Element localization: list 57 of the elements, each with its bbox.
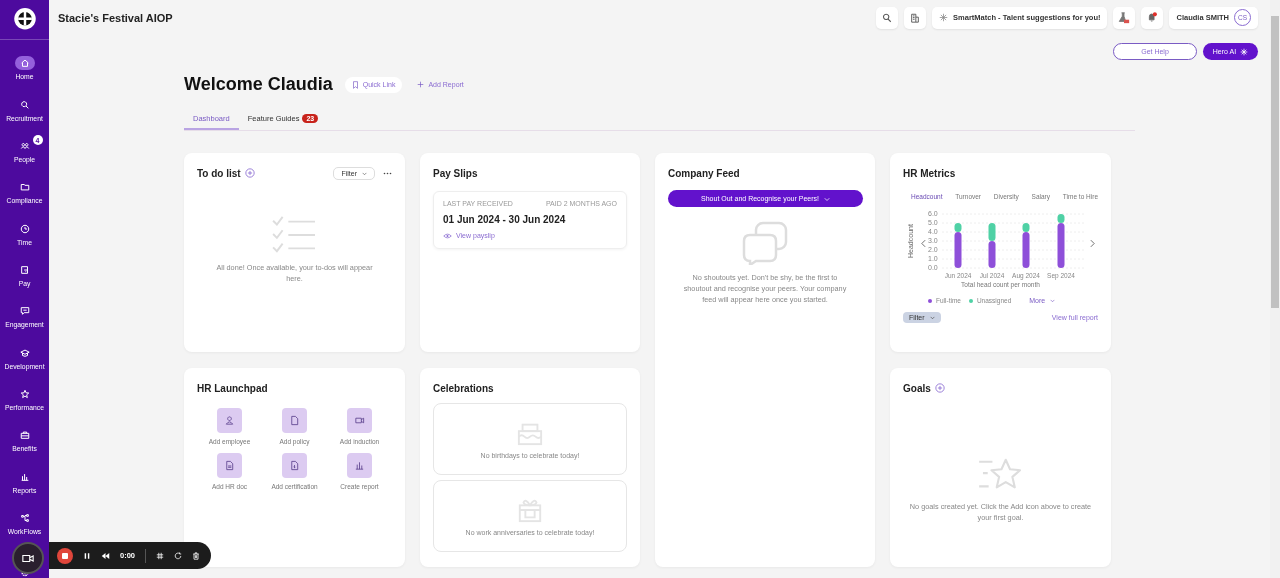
app-title: Stacie's Festival AIOP (58, 11, 173, 24)
building-icon (910, 12, 921, 23)
people-icon (19, 141, 30, 152)
lab-button[interactable] (1113, 6, 1136, 29)
document-icon (289, 415, 300, 426)
magnifier-icon (19, 99, 30, 110)
flask-icon (1118, 11, 1131, 24)
document-icon (289, 460, 300, 471)
caret-icon (362, 170, 367, 176)
caret-icon (929, 315, 935, 320)
video-camera-icon (22, 553, 34, 563)
chat-bubbles-icon (742, 221, 788, 265)
card-title: HR Metrics (903, 167, 956, 179)
chevron-left-icon[interactable] (921, 239, 926, 248)
card-title: HR Launchpad (197, 382, 268, 394)
bell-icon (1147, 12, 1158, 23)
rewind-icon[interactable] (101, 551, 110, 560)
wallet-icon (19, 265, 30, 275)
search-button[interactable] (876, 6, 899, 29)
logo-icon (12, 7, 37, 31)
more-icon[interactable] (383, 171, 392, 175)
caret-icon (1050, 298, 1056, 303)
card-title: Celebrations (433, 382, 494, 394)
sparkle-icon (1240, 47, 1249, 56)
folder-icon (19, 182, 30, 193)
pay-period: 01 Jun 2024 - 30 Jun 2024 (443, 214, 567, 225)
bar-chart-icon (354, 460, 365, 471)
video-camera-icon (354, 415, 365, 426)
notifications-button[interactable] (1141, 6, 1164, 29)
stop-button[interactable] (57, 547, 73, 564)
bar-chart-icon (19, 471, 30, 482)
flow-icon (19, 512, 30, 523)
person-icon (224, 415, 235, 426)
card-title: Pay Slips (433, 167, 478, 179)
caret-icon (823, 195, 830, 202)
pause-icon[interactable] (83, 551, 91, 560)
company-button[interactable] (904, 6, 927, 29)
search-icon (882, 12, 893, 23)
briefcase-icon (19, 430, 30, 441)
plus-icon (417, 81, 425, 88)
document-icon (224, 460, 235, 471)
card-title: To do list (197, 167, 241, 179)
star-icon (19, 388, 30, 399)
page-heading: Welcome Claudia (184, 74, 333, 95)
eye-icon (443, 232, 452, 239)
bookmark-icon (351, 80, 359, 89)
sparkle-icon (939, 13, 949, 22)
chevron-right-icon[interactable] (1090, 239, 1095, 248)
chat-icon (19, 306, 30, 317)
clock-icon (19, 223, 30, 234)
card-title: Company Feed (668, 167, 740, 179)
card-title: Goals (903, 382, 931, 394)
house-icon (19, 58, 30, 69)
grid-icon[interactable] (156, 551, 164, 560)
cap-icon (19, 347, 30, 358)
trash-icon[interactable] (192, 551, 200, 560)
refresh-icon[interactable] (174, 551, 182, 560)
